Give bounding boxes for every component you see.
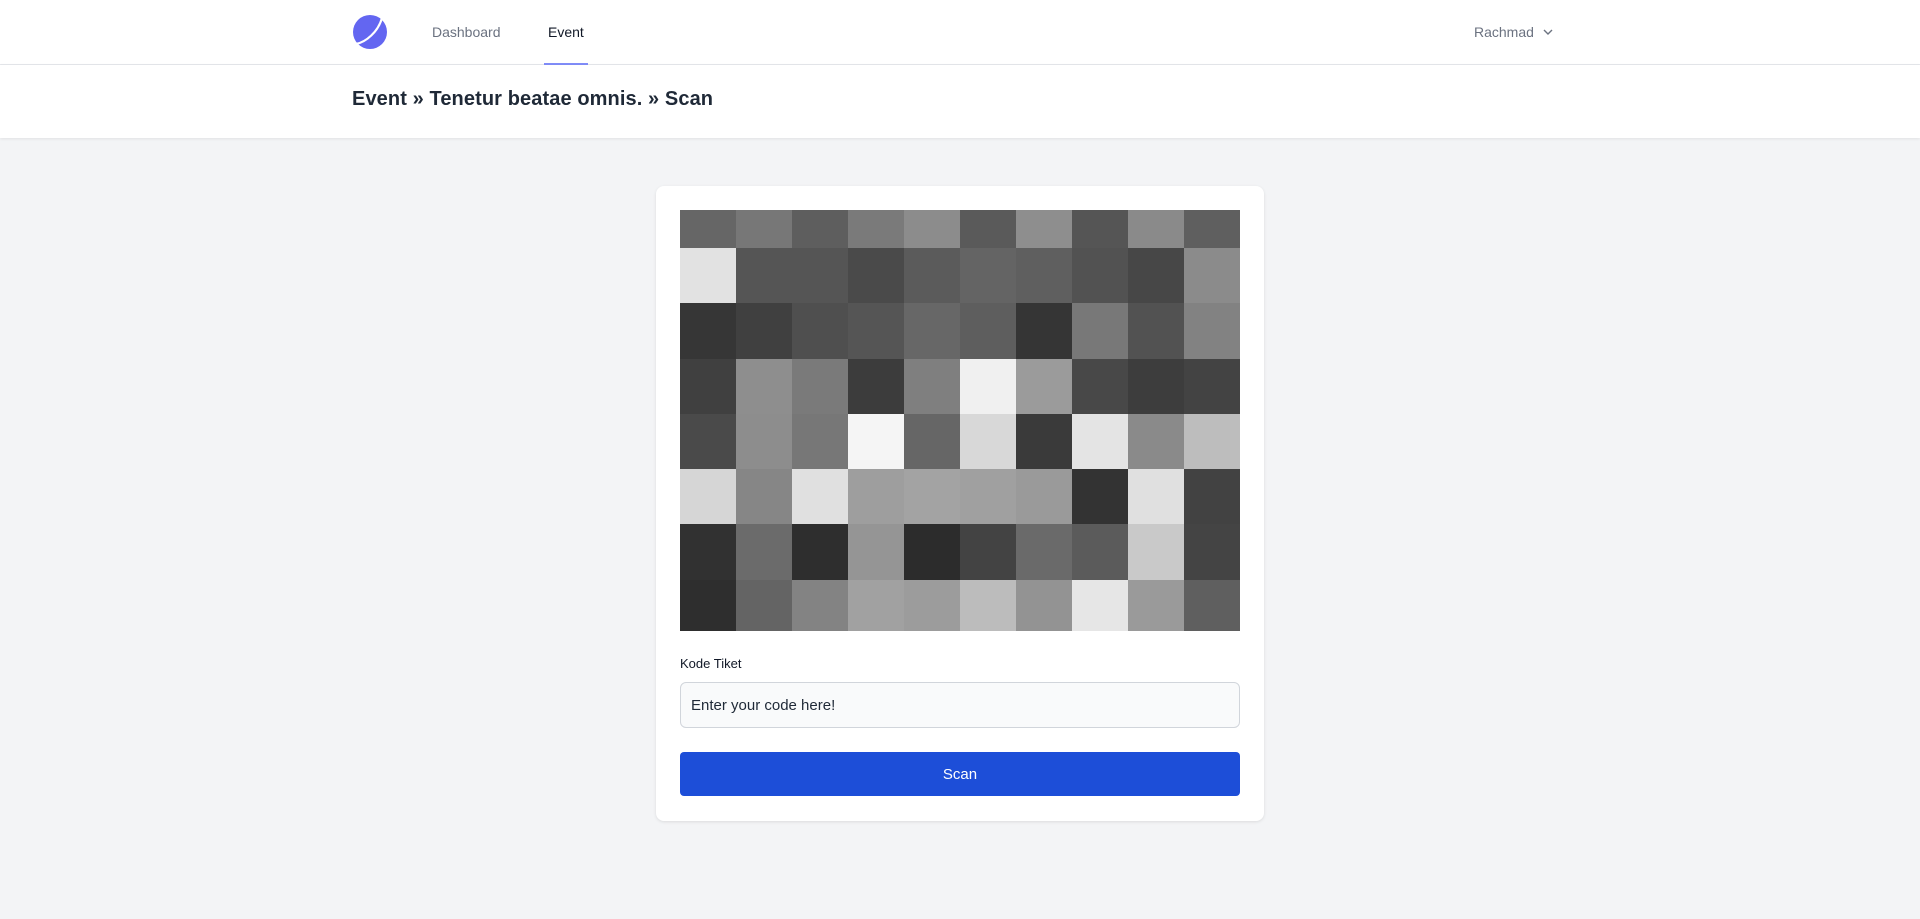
preview-pixel-block (1128, 210, 1185, 249)
preview-pixel-block (848, 524, 905, 581)
camera-preview (680, 210, 1240, 631)
preview-pixel-block (1184, 469, 1240, 525)
preview-pixel-block (680, 414, 737, 470)
preview-pixel-block (1072, 414, 1129, 470)
preview-pixel-block (736, 469, 793, 525)
preview-pixel-block (1016, 524, 1073, 581)
preview-pixel-block (736, 248, 793, 304)
preview-pixel-block (1184, 303, 1240, 360)
preview-pixel-block (1128, 580, 1185, 631)
preview-pixel-block (680, 303, 737, 360)
preview-pixel-block (848, 248, 905, 304)
preview-pixel-block (904, 524, 961, 581)
preview-pixel-block (736, 210, 793, 249)
ticket-code-label: Kode Tiket (680, 656, 742, 671)
preview-pixel-block (1016, 303, 1073, 360)
preview-pixel-block (680, 580, 737, 631)
preview-pixel-block (680, 359, 737, 415)
preview-pixel-block (1128, 414, 1185, 470)
preview-pixel-block (960, 469, 1017, 525)
preview-pixel-block (1128, 359, 1185, 415)
preview-pixel-block (1184, 414, 1240, 470)
preview-pixel-block (1016, 414, 1073, 470)
page-header: Event » Tenetur beatae omnis. » Scan (0, 65, 1920, 138)
preview-pixel-block (960, 414, 1017, 470)
preview-pixel-block (960, 524, 1017, 581)
page-title: Event » Tenetur beatae omnis. » Scan (352, 88, 714, 110)
preview-pixel-block (1072, 248, 1129, 304)
preview-pixel-block (960, 303, 1017, 360)
preview-pixel-block (1072, 524, 1129, 581)
preview-pixel-block (792, 303, 849, 360)
user-menu[interactable]: Rachmad (1474, 0, 1556, 64)
nav-link-event[interactable]: Event (544, 0, 588, 65)
preview-pixel-block (848, 359, 905, 415)
preview-pixel-block (792, 580, 849, 631)
preview-pixel-block (1016, 580, 1073, 631)
user-name: Rachmad (1474, 23, 1534, 40)
preview-pixel-block (1128, 469, 1185, 525)
preview-pixel-block (848, 414, 905, 470)
preview-pixel-block (680, 469, 737, 525)
preview-pixel-block (904, 303, 961, 360)
preview-pixel-block (680, 248, 737, 304)
ticket-code-input[interactable] (680, 682, 1240, 728)
preview-pixel-block (736, 359, 793, 415)
preview-pixel-block (680, 210, 737, 249)
preview-pixel-block (1016, 210, 1073, 249)
preview-pixel-block (792, 414, 849, 470)
preview-pixel-block (792, 210, 849, 249)
scan-button[interactable]: Scan (680, 752, 1240, 796)
preview-pixel-block (680, 524, 737, 581)
preview-pixel-block (1128, 524, 1185, 581)
preview-pixel-block (848, 210, 905, 249)
preview-pixel-block (1184, 359, 1240, 415)
preview-pixel-block (1016, 469, 1073, 525)
preview-pixel-block (904, 248, 961, 304)
preview-pixel-block (1184, 580, 1240, 631)
preview-pixel-block (1072, 210, 1129, 249)
preview-pixel-block (1072, 469, 1129, 525)
preview-pixel-block (792, 469, 849, 525)
preview-pixel-block (1184, 248, 1240, 304)
preview-pixel-block (736, 524, 793, 581)
preview-pixel-block (736, 303, 793, 360)
preview-pixel-block (1016, 248, 1073, 304)
camera-feed-image (680, 210, 1240, 631)
preview-pixel-block (736, 580, 793, 631)
scan-card: Kode Tiket Scan (656, 186, 1264, 821)
preview-pixel-block (960, 210, 1017, 249)
preview-pixel-block (1184, 524, 1240, 581)
top-navigation: Dashboard Event Rachmad (0, 0, 1920, 65)
preview-pixel-block (1072, 580, 1129, 631)
preview-pixel-block (848, 580, 905, 631)
app-logo-icon[interactable] (352, 14, 388, 50)
preview-pixel-block (1128, 248, 1185, 304)
preview-pixel-block (904, 210, 961, 249)
preview-pixel-block (1072, 359, 1129, 415)
preview-pixel-block (1016, 359, 1073, 415)
nav-link-dashboard[interactable]: Dashboard (432, 0, 501, 65)
preview-pixel-block (904, 469, 961, 525)
preview-pixel-block (1184, 210, 1240, 249)
preview-pixel-block (848, 469, 905, 525)
preview-pixel-block (960, 580, 1017, 631)
preview-pixel-block (960, 359, 1017, 415)
preview-pixel-block (792, 248, 849, 304)
preview-pixel-block (848, 303, 905, 360)
chevron-down-icon (1543, 29, 1553, 35)
preview-pixel-block (1072, 303, 1129, 360)
preview-pixel-block (960, 248, 1017, 304)
preview-pixel-block (1128, 303, 1185, 360)
preview-pixel-block (792, 524, 849, 581)
preview-pixel-block (792, 359, 849, 415)
preview-pixel-block (736, 414, 793, 470)
preview-pixel-block (904, 414, 961, 470)
preview-pixel-block (904, 580, 961, 631)
preview-pixel-block (904, 359, 961, 415)
